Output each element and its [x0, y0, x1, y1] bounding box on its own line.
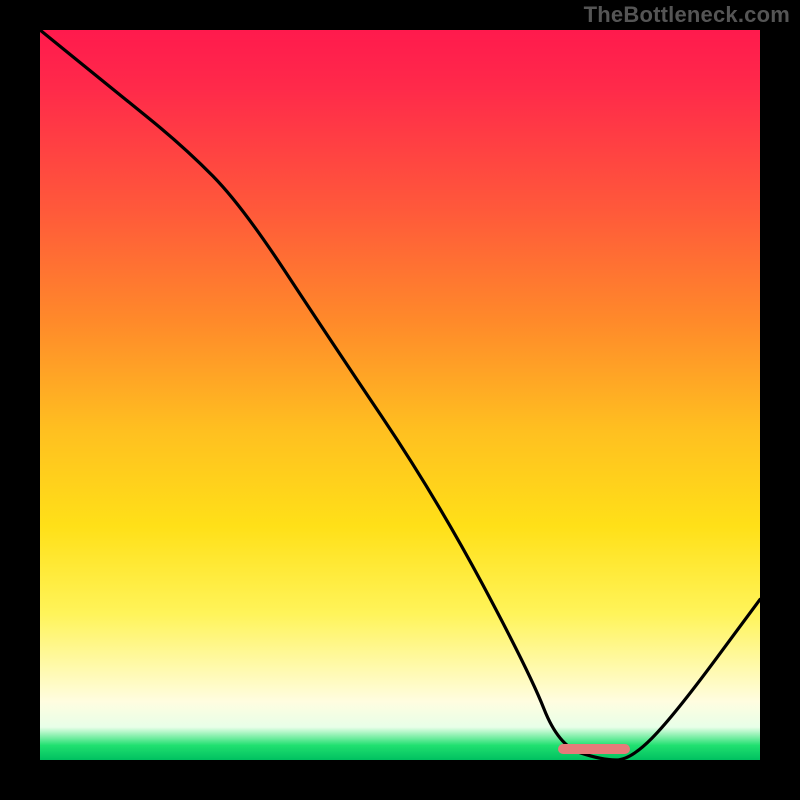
chart-stage: TheBottleneck.com: [0, 0, 800, 800]
curve-path: [40, 30, 760, 760]
optimal-range-marker: [558, 744, 630, 754]
bottleneck-curve: [40, 30, 760, 760]
watermark-text: TheBottleneck.com: [584, 2, 790, 28]
plot-area: [40, 30, 760, 760]
